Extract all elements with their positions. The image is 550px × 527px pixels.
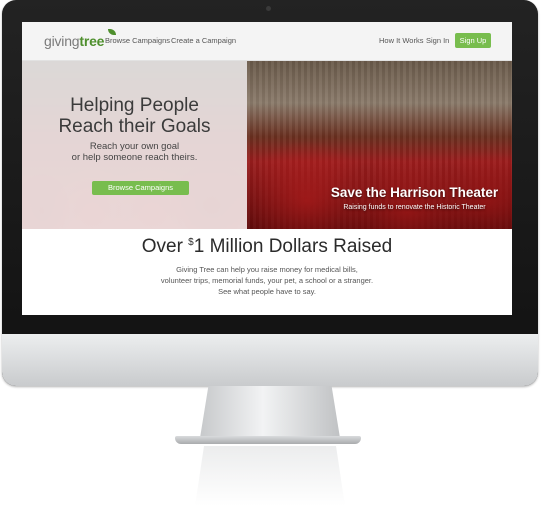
- hero: Helping People Reach their Goals Reach y…: [22, 61, 512, 229]
- stats-line3: See what people have to say.: [218, 287, 316, 296]
- stats-line2: volunteer trips, memorial funds, your pe…: [160, 276, 374, 285]
- campaign-description: Raising funds to renovate the Historic T…: [343, 204, 486, 211]
- monitor-chin: [2, 334, 538, 386]
- stats-body: Giving Tree can help you raise money for…: [22, 264, 512, 297]
- nav-sign-in[interactable]: Sign In: [426, 36, 449, 45]
- camera-icon: [266, 6, 271, 11]
- stats-title: Over $1 Million Dollars Raised: [22, 236, 512, 258]
- leaf-icon: [108, 29, 116, 35]
- stats-title-suffix: 1 Million Dollars Raised: [193, 236, 393, 257]
- sign-up-button[interactable]: Sign Up: [455, 33, 491, 48]
- stats-line1: Giving Tree can help you raise money for…: [176, 265, 358, 274]
- currency-symbol: $: [188, 237, 194, 248]
- hero-title: Helping People Reach their Goals: [22, 95, 247, 137]
- hero-browse-button[interactable]: Browse Campaigns: [92, 181, 189, 195]
- hero-title-line1: Helping People: [70, 95, 199, 116]
- stand-reflection: [195, 446, 345, 506]
- screen: givingtree Browse Campaigns Create a Cam…: [22, 22, 512, 315]
- logo[interactable]: givingtree: [44, 33, 104, 49]
- monitor-base: [175, 436, 361, 444]
- hero-sub-line1: Reach your own goal: [89, 141, 180, 152]
- nav-create-campaign[interactable]: Create a Campaign: [171, 36, 236, 45]
- logo-giving: giving: [44, 33, 80, 49]
- navbar: givingtree Browse Campaigns Create a Cam…: [22, 22, 512, 61]
- campaign-title[interactable]: Save the Harrison Theater: [322, 185, 507, 200]
- hero-title-line2: Reach their Goals: [58, 116, 211, 137]
- stats-title-prefix: Over: [141, 236, 189, 257]
- monitor-stand: [200, 386, 340, 438]
- logo-tree: tree: [79, 33, 105, 49]
- hero-subtitle: Reach your own goal or help someone reac…: [22, 141, 247, 163]
- hero-sub-line2: or help someone reach theirs.: [71, 152, 198, 163]
- nav-browse-campaigns[interactable]: Browse Campaigns: [105, 36, 170, 45]
- nav-how-it-works[interactable]: How It Works: [379, 36, 423, 45]
